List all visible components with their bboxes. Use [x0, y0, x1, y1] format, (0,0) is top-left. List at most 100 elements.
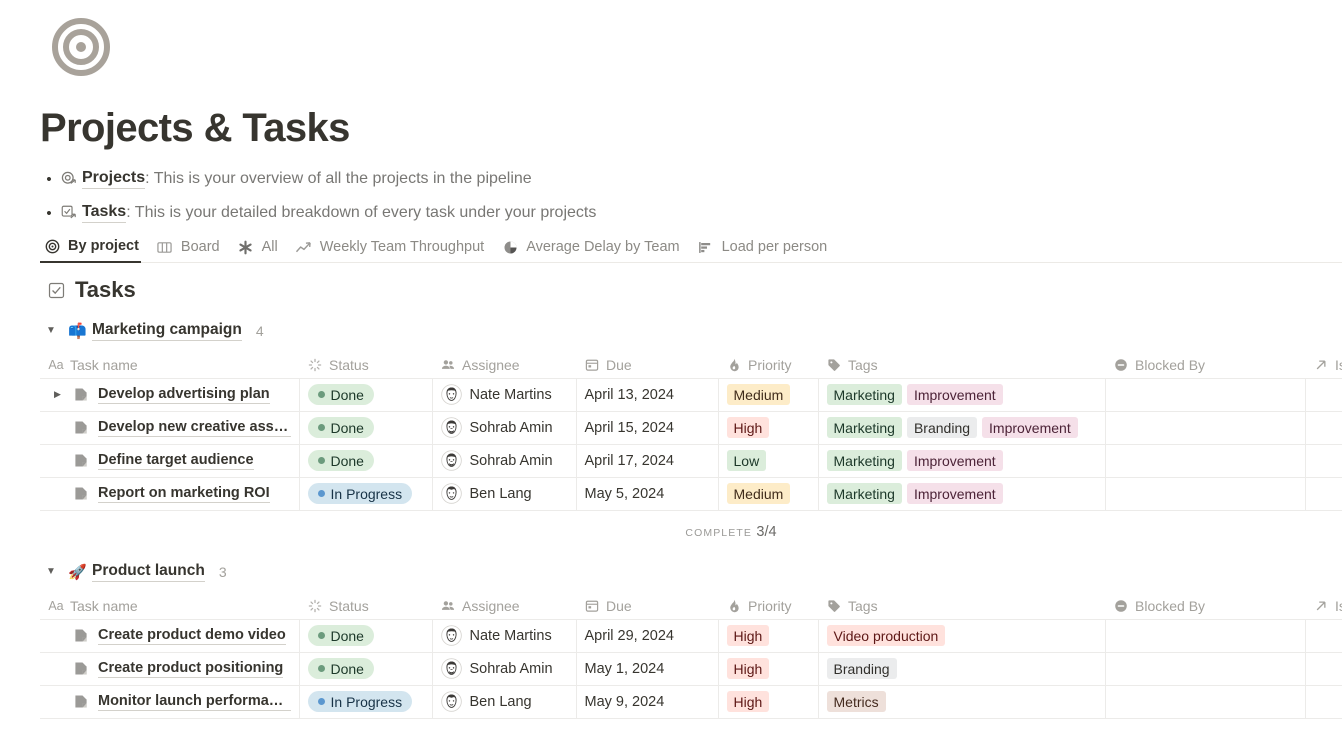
- cell-status[interactable]: Done: [299, 378, 433, 412]
- cell-status[interactable]: Done: [299, 652, 433, 686]
- cell-due[interactable]: April 15, 2024: [576, 411, 719, 445]
- cell-blocked-by[interactable]: [1105, 619, 1306, 653]
- task-name-link[interactable]: Develop new creative assets: [98, 419, 291, 437]
- cell-task-name[interactable]: Develop new creative assets: [40, 411, 300, 445]
- cell-priority[interactable]: High: [718, 619, 819, 653]
- tag-badge[interactable]: Improvement: [906, 483, 1003, 504]
- tag-badge[interactable]: Improvement: [906, 384, 1003, 405]
- column-header-assignee[interactable]: Assignee: [432, 353, 576, 379]
- status-badge[interactable]: In Progress: [307, 483, 413, 504]
- cell-blocked-by[interactable]: [1105, 685, 1306, 719]
- cell-assignee[interactable]: Nate Martins: [432, 378, 577, 412]
- column-header-due[interactable]: Due: [576, 353, 718, 379]
- cell-due[interactable]: April 17, 2024: [576, 444, 719, 478]
- cell-task-name[interactable]: Define target audience: [40, 444, 300, 478]
- cell-priority[interactable]: High: [718, 652, 819, 686]
- tasks-link[interactable]: Tasks: [82, 203, 127, 223]
- cell-priority[interactable]: Medium: [718, 477, 819, 511]
- tab-all[interactable]: All: [234, 232, 280, 263]
- cell-is-blocking[interactable]: [1305, 619, 1342, 653]
- cell-tags[interactable]: Marketing Improvement: [818, 477, 1106, 511]
- cell-priority[interactable]: High: [718, 411, 819, 445]
- column-header-assignee[interactable]: Assignee: [432, 594, 576, 620]
- task-name-link[interactable]: Report on marketing ROI: [98, 485, 270, 503]
- tab-weekly-team-throughput[interactable]: Weekly Team Throughput: [292, 232, 486, 263]
- column-header-is-blocking[interactable]: Is Blocking: [1305, 353, 1342, 379]
- tag-badge[interactable]: Improvement: [906, 450, 1003, 471]
- cell-assignee[interactable]: Nate Martins: [432, 619, 577, 653]
- table-row[interactable]: Create product positioning Done Sohrab Ami…: [40, 652, 1342, 686]
- column-header-task-name[interactable]: Aa Task name: [40, 353, 299, 379]
- cell-tags[interactable]: Branding: [818, 652, 1106, 686]
- column-header-task-name[interactable]: Aa Task name: [40, 594, 299, 620]
- cell-due[interactable]: April 29, 2024: [576, 619, 719, 653]
- column-header-is-blocking[interactable]: Is Blocking: [1305, 594, 1342, 620]
- column-header-priority[interactable]: Priority: [718, 594, 818, 620]
- tag-badge[interactable]: Marketing: [826, 483, 902, 504]
- tag-badge[interactable]: Marketing: [826, 384, 902, 405]
- tab-load-per-person[interactable]: Load per person: [694, 232, 830, 263]
- tag-badge[interactable]: Marketing: [826, 450, 902, 471]
- tag-badge[interactable]: Branding: [826, 658, 897, 679]
- status-badge[interactable]: Done: [307, 384, 374, 405]
- cell-due[interactable]: May 1, 2024: [576, 652, 719, 686]
- table-row[interactable]: Define target audience Done Sohrab Amin Apr…: [40, 444, 1342, 478]
- task-name-link[interactable]: Create product positioning: [98, 660, 284, 678]
- cell-task-name[interactable]: ▶ Develop advertising plan: [40, 378, 300, 412]
- cell-is-blocking[interactable]: [1305, 477, 1342, 511]
- cell-assignee[interactable]: Sohrab Amin: [432, 652, 577, 686]
- table-row[interactable]: Monitor launch performance In Progress Ben…: [40, 685, 1342, 719]
- status-badge[interactable]: Done: [307, 417, 374, 438]
- tag-badge[interactable]: Video production: [826, 625, 946, 646]
- tag-badge[interactable]: Branding: [906, 417, 978, 438]
- table-row[interactable]: Create product demo video Done Nate Martin…: [40, 619, 1342, 653]
- cell-assignee[interactable]: Sohrab Amin: [432, 444, 577, 478]
- table-row[interactable]: ▶ Develop advertising plan Done Nate Martin…: [40, 378, 1342, 412]
- column-header-blocked-by[interactable]: Blocked By: [1105, 353, 1305, 379]
- priority-badge[interactable]: Low: [726, 450, 767, 471]
- chevron-down-icon[interactable]: ▼: [46, 567, 68, 577]
- projects-link[interactable]: Projects: [82, 169, 146, 189]
- cell-due[interactable]: May 9, 2024: [576, 685, 719, 719]
- tab-by-project[interactable]: By project: [40, 232, 141, 263]
- task-name-link[interactable]: Define target audience: [98, 452, 254, 470]
- tag-badge[interactable]: Improvement: [982, 417, 1078, 438]
- cell-is-blocking[interactable]: [1305, 652, 1342, 686]
- cell-blocked-by[interactable]: [1105, 652, 1306, 686]
- cell-due[interactable]: April 13, 2024: [576, 378, 719, 412]
- cell-tags[interactable]: Metrics: [818, 685, 1106, 719]
- cell-blocked-by[interactable]: [1105, 444, 1306, 478]
- cell-status[interactable]: Done: [299, 619, 433, 653]
- task-name-link[interactable]: Create product demo video: [98, 627, 286, 645]
- cell-is-blocking[interactable]: [1305, 685, 1342, 719]
- cell-status[interactable]: In Progress: [299, 477, 433, 511]
- cell-due[interactable]: May 5, 2024: [576, 477, 719, 511]
- status-badge[interactable]: Done: [307, 625, 374, 646]
- cell-priority[interactable]: Medium: [718, 378, 819, 412]
- status-badge[interactable]: Done: [307, 658, 374, 679]
- group-header[interactable]: ▼ 📫 Marketing campaign 4: [40, 318, 1342, 344]
- cell-assignee[interactable]: Ben Lang: [432, 477, 577, 511]
- priority-badge[interactable]: High: [726, 658, 770, 679]
- tab-average-delay-by-team[interactable]: Average Delay by Team: [498, 232, 681, 263]
- group-header[interactable]: ▼ 🚀 Product launch 3: [40, 559, 1342, 585]
- status-badge[interactable]: Done: [307, 450, 374, 471]
- cell-tags[interactable]: Marketing Improvement: [818, 444, 1106, 478]
- cell-task-name[interactable]: Report on marketing ROI: [40, 477, 300, 511]
- tag-badge[interactable]: Marketing: [826, 417, 902, 438]
- table-row[interactable]: Develop new creative assets Done Sohrab Am…: [40, 411, 1342, 445]
- priority-badge[interactable]: Medium: [726, 483, 791, 504]
- column-header-blocked-by[interactable]: Blocked By: [1105, 594, 1305, 620]
- cell-assignee[interactable]: Sohrab Amin: [432, 411, 577, 445]
- cell-priority[interactable]: High: [718, 685, 819, 719]
- priority-badge[interactable]: High: [726, 417, 770, 438]
- column-header-priority[interactable]: Priority: [718, 353, 818, 379]
- status-badge[interactable]: In Progress: [307, 691, 413, 712]
- cell-task-name[interactable]: Create product demo video: [40, 619, 300, 653]
- cell-is-blocking[interactable]: [1305, 411, 1342, 445]
- task-name-link[interactable]: Monitor launch performance: [98, 693, 291, 711]
- cell-blocked-by[interactable]: [1105, 411, 1306, 445]
- cell-status[interactable]: Done: [299, 444, 433, 478]
- column-header-status[interactable]: Status: [299, 594, 432, 620]
- tab-board[interactable]: Board: [153, 232, 222, 263]
